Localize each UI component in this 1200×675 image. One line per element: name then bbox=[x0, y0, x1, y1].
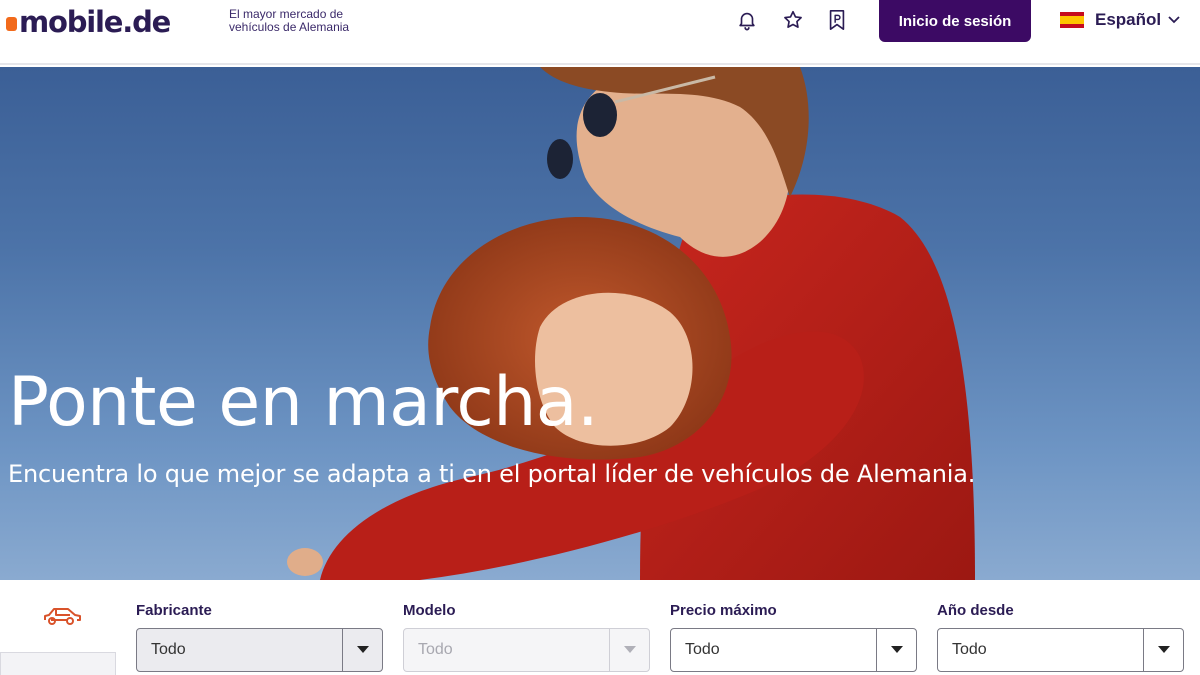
model-field: Modelo Todo bbox=[403, 602, 650, 672]
language-label: Español bbox=[1095, 10, 1162, 29]
spain-flag-icon bbox=[1060, 12, 1084, 28]
year-from-value: Todo bbox=[952, 641, 987, 658]
year-from-field: Año desde Todo bbox=[937, 602, 1184, 672]
model-select[interactable]: Todo bbox=[403, 628, 650, 672]
max-price-select[interactable]: Todo bbox=[670, 628, 917, 672]
language-selector[interactable]: Español bbox=[1060, 8, 1181, 32]
site-tagline: El mayor mercado de vehículos de Alemani… bbox=[229, 7, 350, 34]
logo-mark bbox=[6, 16, 17, 31]
dropdown-arrow-icon bbox=[609, 629, 649, 671]
model-value: Todo bbox=[418, 641, 453, 658]
bell-icon[interactable] bbox=[735, 8, 759, 32]
hero-subtitle: Encuentra lo que mejor se adapta a ti en… bbox=[8, 460, 976, 488]
dropdown-arrow-icon bbox=[342, 629, 382, 671]
parking-icon[interactable] bbox=[825, 8, 849, 32]
model-label: Modelo bbox=[403, 602, 456, 619]
dropdown-arrow-icon bbox=[1143, 629, 1183, 671]
hero-photo bbox=[287, 67, 975, 580]
hero-banner: Ponte en marcha. Encuentra lo que mejor … bbox=[0, 67, 1200, 580]
manufacturer-field: Fabricante Todo bbox=[136, 602, 383, 672]
max-price-value: Todo bbox=[685, 641, 720, 658]
top-header: mobile.de El mayor mercado de vehículos … bbox=[0, 0, 1200, 65]
car-icon[interactable] bbox=[42, 604, 84, 628]
max-price-label: Precio máximo bbox=[670, 602, 777, 619]
login-button[interactable]: Inicio de sesión bbox=[879, 0, 1031, 42]
chevron-down-icon bbox=[1168, 16, 1180, 24]
search-panel: Fabricante Todo Modelo Todo Precio máxim… bbox=[0, 580, 1200, 675]
year-from-select[interactable]: Todo bbox=[937, 628, 1184, 672]
logo-text: mobile.de bbox=[19, 5, 171, 39]
manufacturer-select[interactable]: Todo bbox=[136, 628, 383, 672]
manufacturer-label: Fabricante bbox=[136, 602, 212, 619]
dropdown-arrow-icon bbox=[876, 629, 916, 671]
max-price-field: Precio máximo Todo bbox=[670, 602, 917, 672]
vehicle-type-tab[interactable] bbox=[0, 652, 116, 675]
mobile-de-logo[interactable]: mobile.de bbox=[6, 4, 171, 40]
star-icon[interactable] bbox=[781, 8, 805, 32]
hero-title: Ponte en marcha. bbox=[8, 363, 599, 442]
manufacturer-value: Todo bbox=[151, 641, 186, 658]
year-from-label: Año desde bbox=[937, 602, 1014, 619]
